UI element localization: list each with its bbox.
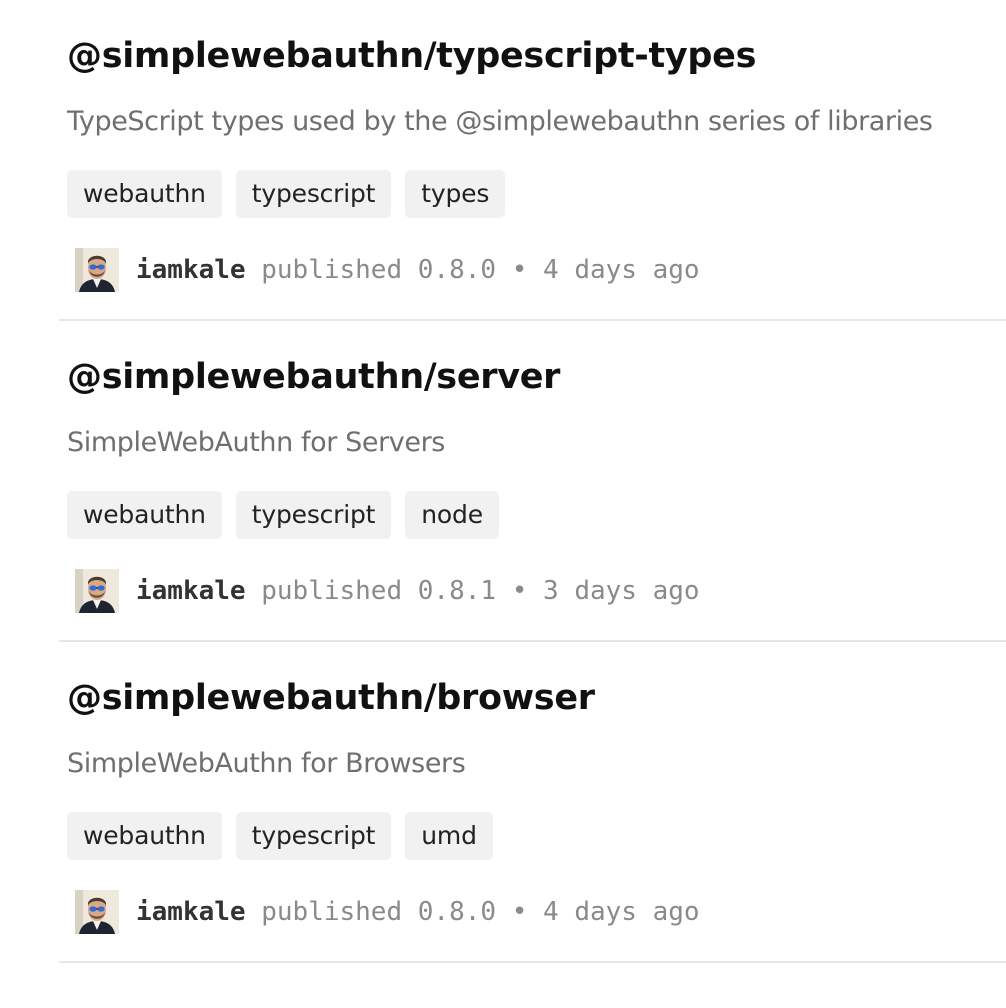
- keyword-tag[interactable]: webauthn: [67, 812, 222, 860]
- keyword-tag[interactable]: umd: [405, 812, 493, 860]
- user-photo-icon: [75, 248, 119, 292]
- keyword-list: webauthn typescript umd: [67, 812, 493, 860]
- keyword-tag[interactable]: typescript: [235, 170, 392, 218]
- package-list: @simplewebauthn/typescript-types TypeScr…: [0, 0, 1006, 963]
- version-label: 0.8.0: [417, 255, 497, 285]
- package-description: SimpleWebAuthn for Servers: [67, 427, 445, 458]
- publisher-link[interactable]: iamkale: [136, 255, 246, 285]
- publish-meta: iamkale published 0.8.0 • 4 days ago: [136, 897, 700, 927]
- separator-dot: •: [511, 255, 528, 285]
- publish-meta: iamkale published 0.8.0 • 4 days ago: [136, 255, 700, 285]
- keyword-tag[interactable]: webauthn: [67, 170, 222, 218]
- package-card: @simplewebauthn/typescript-types TypeScr…: [0, 0, 1006, 321]
- publish-info: iamkale published 0.8.1 • 3 days ago: [75, 569, 700, 613]
- keyword-tag[interactable]: types: [405, 170, 506, 218]
- version-label: 0.8.1: [417, 576, 497, 606]
- published-label: published: [261, 897, 403, 927]
- package-description: TypeScript types used by the @simpleweba…: [67, 106, 933, 137]
- package-title-link[interactable]: @simplewebauthn/typescript-types: [67, 36, 756, 76]
- separator-dot: •: [511, 576, 528, 606]
- publish-info: iamkale published 0.8.0 • 4 days ago: [75, 890, 700, 934]
- package-title-link[interactable]: @simplewebauthn/server: [67, 357, 560, 397]
- user-photo-icon: [75, 569, 119, 613]
- avatar[interactable]: [75, 890, 119, 934]
- publish-info: iamkale published 0.8.0 • 4 days ago: [75, 248, 700, 292]
- package-card: @simplewebauthn/server SimpleWebAuthn fo…: [0, 321, 1006, 642]
- keyword-tag[interactable]: typescript: [235, 812, 392, 860]
- version-label: 0.8.0: [417, 897, 497, 927]
- published-time: 3 days ago: [543, 576, 700, 606]
- user-photo-icon: [75, 890, 119, 934]
- publish-meta: iamkale published 0.8.1 • 3 days ago: [136, 576, 700, 606]
- keyword-tag[interactable]: typescript: [235, 491, 392, 539]
- separator-dot: •: [511, 897, 528, 927]
- keyword-list: webauthn typescript node: [67, 491, 499, 539]
- avatar[interactable]: [75, 248, 119, 292]
- keyword-tag[interactable]: node: [405, 491, 499, 539]
- published-label: published: [261, 255, 403, 285]
- published-time: 4 days ago: [543, 255, 700, 285]
- package-card: @simplewebauthn/browser SimpleWebAuthn f…: [0, 642, 1006, 963]
- published-time: 4 days ago: [543, 897, 700, 927]
- avatar[interactable]: [75, 569, 119, 613]
- publisher-link[interactable]: iamkale: [136, 576, 246, 606]
- package-title-link[interactable]: @simplewebauthn/browser: [67, 678, 595, 718]
- keyword-tag[interactable]: webauthn: [67, 491, 222, 539]
- published-label: published: [261, 576, 403, 606]
- keyword-list: webauthn typescript types: [67, 170, 506, 218]
- divider: [59, 961, 1006, 963]
- publisher-link[interactable]: iamkale: [136, 897, 246, 927]
- package-description: SimpleWebAuthn for Browsers: [67, 748, 466, 779]
